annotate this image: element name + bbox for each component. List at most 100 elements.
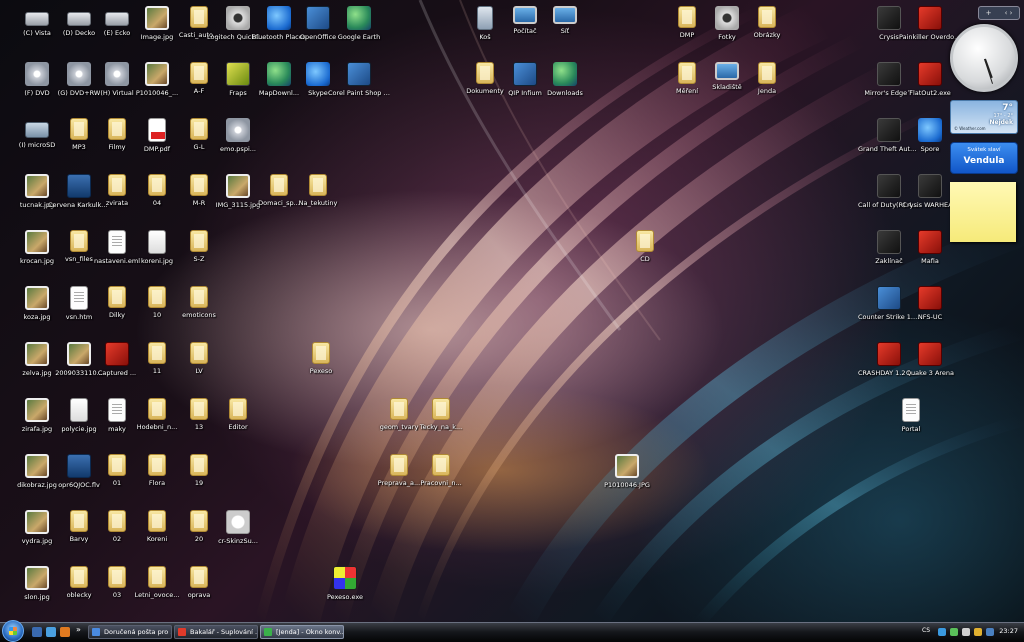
desktop-icon[interactable]: Pexeso.exe — [314, 566, 376, 601]
desktop-icon-label: Tecky_na_k... — [419, 423, 463, 431]
red-icon — [918, 6, 942, 30]
folder-icon — [190, 510, 208, 532]
desktop-icon[interactable]: Pexeso — [290, 342, 352, 375]
desktop-icon-label: Editor — [228, 423, 248, 431]
add-gadget-icon[interactable]: + — [986, 9, 992, 17]
desktop-icon[interactable]: Quake 3 Arena — [899, 342, 961, 377]
image-icon — [25, 566, 49, 590]
desktop-icon-label: LV — [195, 367, 203, 375]
weather-gadget[interactable]: 7° 17° - 2° Nejdek © Weather.com — [950, 100, 1018, 134]
folder-icon — [270, 174, 288, 196]
red-icon — [918, 230, 942, 254]
folder-icon — [229, 398, 247, 420]
folder-icon — [190, 566, 208, 588]
desktop-icon[interactable]: Corel Paint Shop Pro... — [328, 62, 390, 97]
task-app-icon — [178, 628, 186, 636]
desktop-icon-label: Pracovni_n... — [420, 479, 462, 487]
image-icon — [25, 286, 49, 310]
task-app-icon — [92, 628, 100, 636]
task-label: Doručená pošta pro ... — [104, 628, 172, 636]
weather-source: © Weather.com — [954, 126, 986, 131]
desktop-icon[interactable]: Painkiller Overdose — [899, 6, 961, 41]
quicklaunch-overflow-icon[interactable]: » — [76, 625, 81, 634]
desktop-icon[interactable]: Editor — [207, 398, 269, 431]
desktop-icon[interactable]: P1010046.JPG — [596, 454, 658, 489]
folder-icon — [678, 62, 696, 84]
desktop-icon[interactable]: Tecky_na_k... — [410, 398, 472, 431]
desktop-icon[interactable]: Google Earth — [328, 6, 390, 41]
taskbar-task-button[interactable]: Doručená pošta pro ... — [88, 625, 172, 639]
folder-icon — [190, 62, 208, 84]
desktop-icon[interactable]: Obrázky — [736, 6, 798, 39]
desktop-icon[interactable]: S-Z — [168, 230, 230, 263]
desktop-icon[interactable]: Downloads — [534, 62, 596, 97]
nameday-gadget[interactable]: Svátek slaví Vendula — [950, 142, 1018, 174]
tray-monitor-icon[interactable] — [986, 628, 994, 636]
sticky-note-gadget[interactable] — [950, 182, 1016, 242]
folder-icon — [148, 398, 166, 420]
desktop-icon-label: Pexeso.exe — [326, 593, 364, 601]
switch-windows-icon[interactable] — [46, 627, 56, 637]
taskbar-task-button[interactable]: [Jenda] - Okno konv... — [260, 625, 344, 639]
desktop-icon[interactable]: LV — [168, 342, 230, 375]
desktop-icon[interactable]: Jenda — [736, 62, 798, 95]
desktop-icon[interactable]: NFS-UC — [899, 286, 961, 321]
image-icon — [226, 174, 250, 198]
clock-minute-hand — [984, 58, 994, 84]
desktop-icon-label: P1010046.JPG — [604, 481, 650, 489]
folder-icon — [148, 510, 166, 532]
desktop-icon[interactable]: 19 — [168, 454, 230, 487]
folder-icon — [190, 174, 208, 196]
folder-icon — [678, 6, 696, 28]
gadget-toolbar[interactable]: + ‹ › — [978, 6, 1020, 20]
folder-icon — [108, 454, 126, 476]
nameday-name: Vendula — [963, 156, 1005, 166]
taskbar-clock[interactable]: 23:27 — [999, 627, 1018, 635]
tray-skype-icon[interactable] — [950, 628, 958, 636]
desktop[interactable]: (C) Vista (D) Decko (E) Ecko Image.jpg Casti… — [0, 0, 1024, 622]
language-indicator[interactable]: CS — [922, 627, 930, 634]
tray-network-icon[interactable] — [938, 628, 946, 636]
folder-icon — [190, 230, 208, 252]
camera-icon — [226, 6, 250, 30]
desktop-icon-label: oprava — [187, 591, 211, 599]
drive-icon — [25, 12, 49, 26]
red-icon — [918, 62, 942, 86]
desktop-icon[interactable]: cr-SkinzSu... — [207, 510, 269, 545]
taskbar-task-button[interactable]: Bakalář - Suplování ... — [174, 625, 258, 639]
tray-app-icon[interactable] — [974, 628, 982, 636]
desktop-icon[interactable]: Portal — [880, 398, 942, 433]
yellow-icon — [226, 62, 250, 86]
desktop-icon[interactable]: emo.pspi... — [207, 118, 269, 153]
desktop-icon[interactable]: Na_tekutiny — [287, 174, 349, 207]
desktop-icon[interactable]: CD — [614, 230, 676, 263]
desktop-icon[interactable]: oprava — [168, 566, 230, 599]
image-icon — [25, 342, 49, 366]
start-button[interactable] — [2, 620, 24, 642]
game-icon — [877, 174, 901, 198]
show-desktop-icon[interactable] — [32, 627, 42, 637]
folder-icon — [312, 342, 330, 364]
image-icon — [25, 510, 49, 534]
tray-volume-icon[interactable] — [962, 628, 970, 636]
gadget-nav-arrows[interactable]: ‹ › — [1005, 9, 1013, 17]
folder-icon — [108, 286, 126, 308]
desktop-icon-label: Quake 3 Arena — [905, 369, 955, 377]
globe-icon — [347, 6, 371, 30]
desktop-icon[interactable]: emoticons — [168, 286, 230, 319]
image-icon — [25, 398, 49, 422]
folder-icon — [190, 454, 208, 476]
blue-icon — [918, 118, 942, 142]
game-icon — [877, 62, 901, 86]
folder-icon — [190, 398, 208, 420]
desktop-icon[interactable]: Pracovni_n... — [410, 454, 472, 487]
folder-icon — [476, 62, 494, 84]
folder-icon — [190, 342, 208, 364]
desktop-icon[interactable]: Síť — [534, 6, 596, 35]
folder-icon — [390, 398, 408, 420]
folder-icon — [758, 6, 776, 28]
clock-gadget[interactable] — [950, 24, 1018, 92]
firefox-icon[interactable] — [60, 627, 70, 637]
folder-icon — [432, 398, 450, 420]
game-icon — [877, 118, 901, 142]
